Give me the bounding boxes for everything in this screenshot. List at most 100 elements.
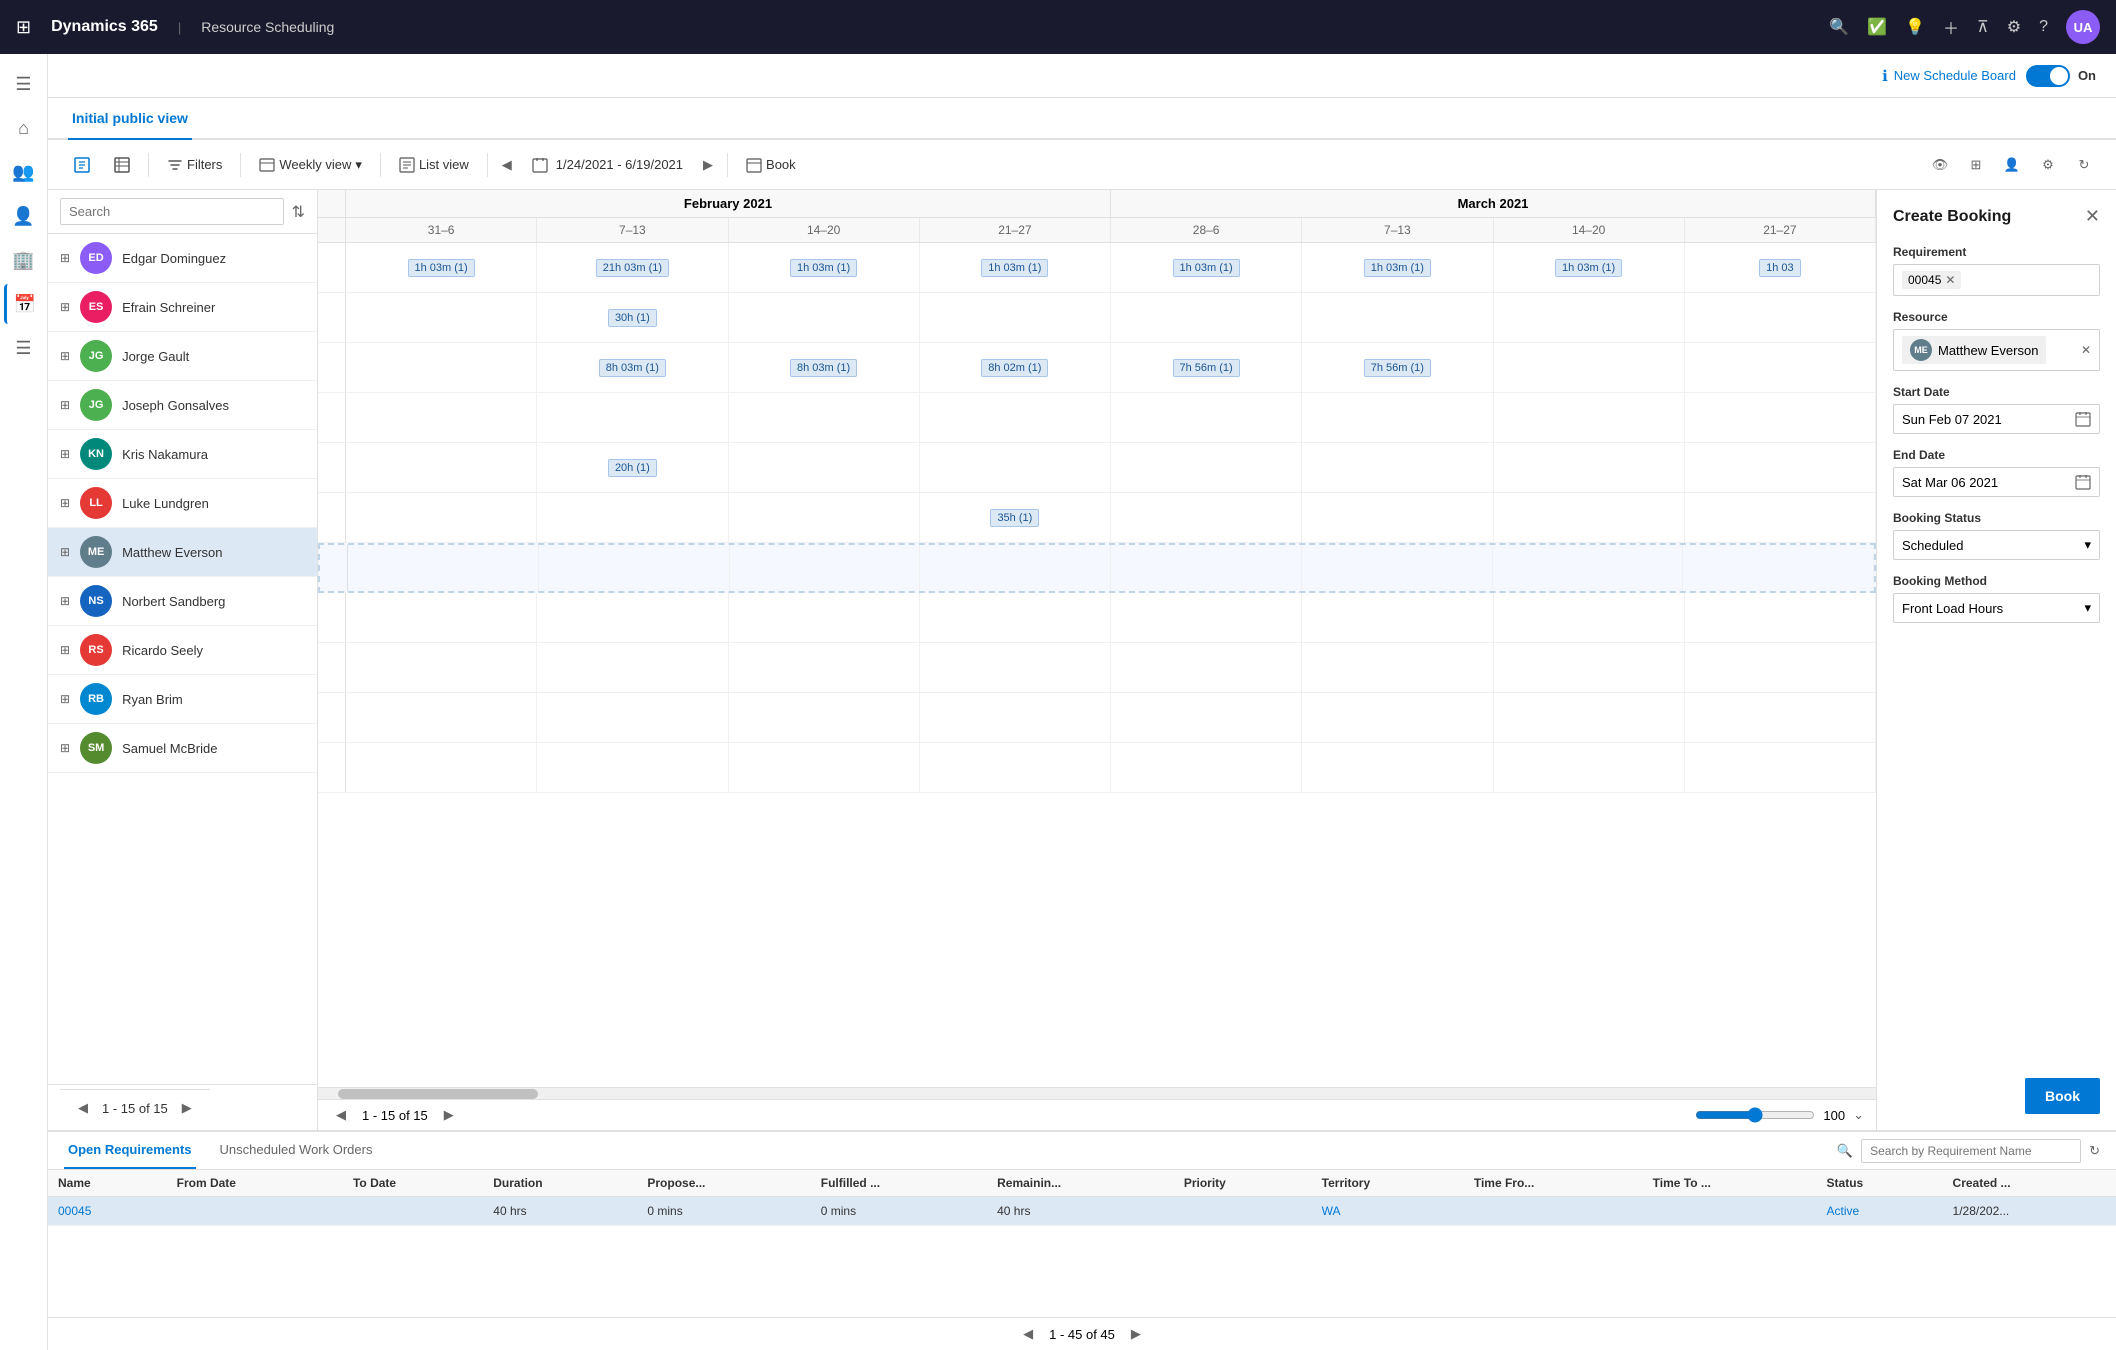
cal-cell[interactable]	[1302, 693, 1493, 742]
cal-cell[interactable]	[1302, 643, 1493, 692]
cal-cell[interactable]	[1494, 393, 1685, 442]
main-tab[interactable]: Initial public view	[68, 98, 192, 140]
close-icon[interactable]: ✕	[2085, 206, 2100, 227]
hamburger-icon[interactable]: ☰	[4, 64, 44, 104]
bottom-search-input[interactable]	[1861, 1139, 2081, 1163]
start-date-input[interactable]: Sun Feb 07 2021	[1893, 404, 2100, 434]
resource-item[interactable]: ⊞ RS Ricardo Seely	[48, 626, 317, 675]
requirement-input[interactable]: 00045 ✕	[1893, 264, 2100, 296]
cal-cell[interactable]	[346, 693, 537, 742]
cal-cell[interactable]	[346, 343, 537, 392]
cal-cell[interactable]	[1685, 693, 1876, 742]
cal-cell[interactable]: 7h 56m (1)	[1111, 343, 1302, 392]
cal-cell[interactable]	[1493, 545, 1684, 591]
contacts-icon[interactable]: 👤	[4, 196, 44, 236]
zoom-slider[interactable]	[1695, 1107, 1815, 1123]
cal-cell[interactable]: 1h 03m (1)	[1111, 243, 1302, 292]
cal-cell[interactable]	[1302, 293, 1493, 342]
cal-cell[interactable]	[1685, 493, 1876, 542]
cal-cell[interactable]: 35h (1)	[920, 493, 1111, 542]
status-link[interactable]: Active	[1827, 1204, 1860, 1218]
resource-item[interactable]: ⊞ JG Jorge Gault	[48, 332, 317, 381]
people-icon[interactable]: 👥	[4, 152, 44, 192]
cal-cell[interactable]	[729, 443, 920, 492]
expand-icon[interactable]: ⊞	[60, 643, 70, 657]
cal-cell[interactable]	[920, 743, 1111, 792]
calendar-scrollbar[interactable]	[318, 1087, 1876, 1099]
plus-icon[interactable]: ＋	[1943, 15, 1959, 39]
cal-cell[interactable]: 8h 03m (1)	[537, 343, 728, 392]
cal-cell[interactable]	[346, 493, 537, 542]
new-schedule-toggle[interactable]	[2026, 65, 2070, 87]
resource-item[interactable]: ⊞ ME Matthew Everson	[48, 528, 317, 577]
cal-cell[interactable]: 21h 03m (1)	[537, 243, 728, 292]
cal-cell[interactable]	[1111, 643, 1302, 692]
cal-cell[interactable]: 30h (1)	[537, 293, 728, 342]
expand-icon[interactable]: ⊞	[60, 594, 70, 608]
cal-cell[interactable]	[920, 545, 1111, 591]
cal-cell[interactable]	[729, 693, 920, 742]
cal-cell[interactable]	[539, 545, 730, 591]
cal-cell[interactable]	[1494, 443, 1685, 492]
cal-cell[interactable]: 7h 56m (1)	[1302, 343, 1493, 392]
cal-cell[interactable]	[920, 643, 1111, 692]
prev-date-arrow[interactable]: ◀	[496, 155, 518, 175]
cal-cell[interactable]: 20h (1)	[537, 443, 728, 492]
cal-cell[interactable]	[1111, 443, 1302, 492]
cal-cell[interactable]	[1685, 743, 1876, 792]
cal-cell[interactable]	[537, 393, 728, 442]
resource-item[interactable]: ⊞ JG Joseph Gonsalves	[48, 381, 317, 430]
settings-icon[interactable]: ⚙	[2007, 17, 2021, 37]
cal-cell[interactable]	[1494, 343, 1685, 392]
cal-cell[interactable]	[537, 593, 728, 642]
cal-cell[interactable]	[729, 493, 920, 542]
requirement-tag-close[interactable]: ✕	[1945, 273, 1955, 287]
cal-cell[interactable]	[1685, 293, 1876, 342]
cal-cell[interactable]	[1685, 593, 1876, 642]
resource-item[interactable]: ⊞ ED Edgar Dominguez	[48, 234, 317, 283]
end-date-input[interactable]: Sat Mar 06 2021	[1893, 467, 2100, 497]
lightbulb-icon[interactable]: 💡	[1905, 17, 1925, 37]
expand-icon[interactable]: ⊞	[60, 741, 70, 755]
cal-cell[interactable]	[1494, 593, 1685, 642]
resource-input[interactable]: ME Matthew Everson ✕	[1893, 329, 2100, 371]
cal-cell[interactable]	[1111, 693, 1302, 742]
cal-cell[interactable]: 8h 03m (1)	[729, 343, 920, 392]
list-view-button[interactable]: List view	[389, 153, 479, 177]
expand-icon[interactable]: ⊞	[60, 692, 70, 706]
cal-cell[interactable]	[1494, 643, 1685, 692]
cal-cell[interactable]	[537, 743, 728, 792]
cal-cell[interactable]: 1h 03m (1)	[920, 243, 1111, 292]
cal-cell[interactable]	[920, 593, 1111, 642]
cal-cell[interactable]	[537, 643, 728, 692]
cal-cell[interactable]	[1302, 593, 1493, 642]
help-icon[interactable]: ?	[2039, 18, 2048, 36]
cal-cell[interactable]	[920, 393, 1111, 442]
cal-cell[interactable]	[346, 593, 537, 642]
filter-icon[interactable]: ⊼	[1977, 17, 1989, 37]
cal-cell[interactable]	[348, 545, 539, 591]
cal-cell[interactable]	[1494, 743, 1685, 792]
cal-cell[interactable]	[1111, 393, 1302, 442]
expand-icon[interactable]: ⊞	[60, 447, 70, 461]
cal-cell[interactable]: 1h 03m (1)	[1302, 243, 1493, 292]
prev-page-arrow[interactable]: ◀	[72, 1098, 94, 1118]
refresh-icon-btn[interactable]: ↻	[2068, 149, 2100, 181]
date-range-display[interactable]: 1/24/2021 - 6/19/2021	[522, 153, 693, 177]
user-avatar[interactable]: UA	[2066, 10, 2100, 44]
cal-cell[interactable]	[537, 493, 728, 542]
requirement-link[interactable]: 00045	[58, 1204, 91, 1218]
book-action-button[interactable]: Book	[2025, 1078, 2100, 1114]
cal-cell[interactable]	[1111, 293, 1302, 342]
settings-icon-btn[interactable]: ⚙	[2032, 149, 2064, 181]
calendar-icon[interactable]: 📅	[4, 284, 44, 324]
check-circle-icon[interactable]: ✅	[1867, 17, 1887, 37]
weekly-view-button[interactable]: Weekly view ▾	[249, 153, 372, 177]
cal-cell[interactable]	[1302, 393, 1493, 442]
filters-button[interactable]: Filters	[157, 153, 232, 177]
cal-cell[interactable]	[729, 393, 920, 442]
cal-cell[interactable]	[1111, 743, 1302, 792]
cal-cell[interactable]	[1685, 343, 1876, 392]
cal-cell[interactable]	[920, 293, 1111, 342]
expand-icon[interactable]: ⊞	[60, 349, 70, 363]
